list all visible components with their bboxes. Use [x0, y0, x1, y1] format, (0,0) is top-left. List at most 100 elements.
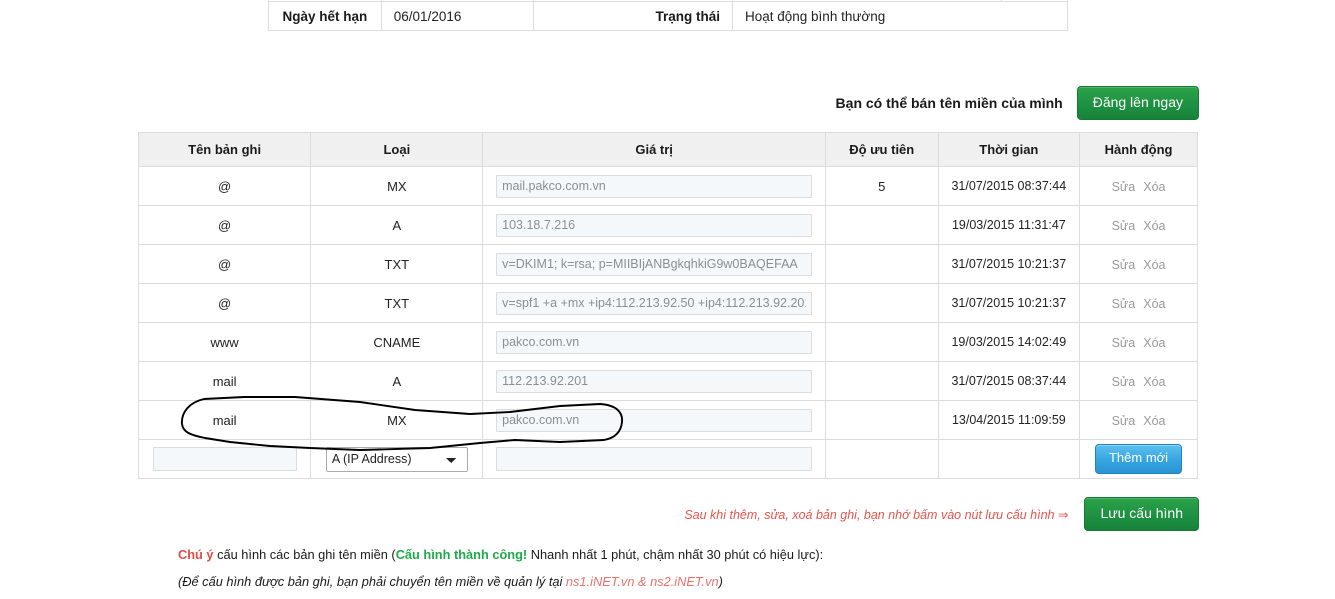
table-row-annotated: mail MX 13/04/2015 11:09:59 Sửa Xóa: [137, 400, 1198, 440]
new-record-name-input[interactable]: [152, 447, 297, 471]
cell-actions: Sửa Xóa: [1079, 322, 1198, 362]
cell-actions: Sửa Xóa: [1079, 361, 1198, 401]
header-time: Thời gian: [937, 132, 1081, 167]
cell-actions: Sửa Xóa: [1079, 283, 1198, 323]
cell-new-record-name: [137, 439, 312, 479]
delete-record-link[interactable]: Xóa: [1143, 375, 1165, 389]
cell-record-value: [482, 244, 826, 284]
dns-table-header-row: Tên bản ghi Loại Giá trị Độ ưu tiên Thời…: [137, 132, 1198, 167]
delete-record-link[interactable]: Xóa: [1143, 414, 1165, 428]
edit-record-link[interactable]: Sửa: [1112, 297, 1136, 311]
dns-records-section: Tên bản ghi Loại Giá trị Độ ưu tiên Thời…: [137, 132, 1198, 479]
edit-record-link[interactable]: Sửa: [1112, 258, 1136, 272]
header-actions: Hành động: [1079, 132, 1198, 167]
info-value-status: Hoạt động bình thường: [732, 1, 1068, 31]
edit-record-link[interactable]: Sửa: [1112, 414, 1136, 428]
cell-actions: Sửa Xóa: [1079, 400, 1198, 440]
record-value-input[interactable]: [496, 252, 813, 276]
edit-record-link[interactable]: Sửa: [1112, 180, 1136, 194]
cell-record-value: [482, 166, 826, 206]
record-value-input[interactable]: [496, 369, 813, 393]
table-row: @ TXT 31/07/2015 10:21:37 Sửa Xóa: [137, 283, 1198, 323]
cell-record-type: TXT: [310, 244, 484, 284]
dns-table-body: @ MX 5 31/07/2015 08:37:44 Sửa Xóa @ A: [137, 166, 1198, 479]
sell-domain-text: Bạn có thể bán tên miền của mình: [835, 95, 1063, 112]
delete-record-link[interactable]: Xóa: [1143, 297, 1165, 311]
delete-record-link[interactable]: Xóa: [1143, 258, 1165, 272]
cell-actions: Sửa Xóa: [1079, 166, 1198, 206]
cell-priority: 5: [824, 166, 939, 206]
note-line-1: Chú ý cấu hình các bản ghi tên miền (Cấu…: [178, 547, 1178, 562]
cell-record-value: [482, 400, 826, 440]
table-row: mail A 31/07/2015 08:37:44 Sửa Xóa: [137, 361, 1198, 401]
domain-info-table: Ngày đăng ký 06/01/2015 Máy chủ DNS tự d…: [268, 0, 1068, 31]
info-row: Ngày hết hạn 06/01/2016 Trạng thái Hoạt …: [268, 1, 1068, 31]
cell-record-name: @: [137, 205, 312, 245]
cell-priority: [824, 283, 939, 323]
cell-time: 31/07/2015 08:37:44: [937, 361, 1081, 401]
cell-actions: Sửa Xóa: [1079, 244, 1198, 284]
cell-record-type: TXT: [310, 283, 484, 323]
cell-new-record-action: Thêm mới: [1079, 439, 1198, 479]
note-attention-label: Chú ý: [178, 547, 214, 562]
note-line2-text-b: ): [718, 574, 723, 589]
cell-record-name: @: [137, 283, 312, 323]
info-label-status: Trạng thái: [532, 1, 734, 31]
note-line2-text-a: (Để cấu hình được bản ghi, bạn phải chuy…: [178, 574, 566, 589]
post-listing-button[interactable]: Đăng lên ngay: [1076, 86, 1199, 121]
cell-time: 19/03/2015 11:31:47: [937, 205, 1081, 245]
cell-new-record-priority: [824, 439, 939, 479]
add-record-button[interactable]: Thêm mới: [1094, 444, 1183, 474]
cell-record-type: A: [310, 361, 484, 401]
new-record-value-input[interactable]: [496, 447, 813, 471]
footer-notes: Chú ý cấu hình các bản ghi tên miền (Cấu…: [178, 547, 1178, 589]
edit-record-link[interactable]: Sửa: [1112, 219, 1136, 233]
cell-record-value: [482, 283, 826, 323]
cell-priority: [824, 244, 939, 284]
cell-priority: [824, 205, 939, 245]
delete-record-link[interactable]: Xóa: [1143, 219, 1165, 233]
cell-record-value: [482, 205, 826, 245]
cell-record-name: mail: [137, 400, 312, 440]
edit-record-link[interactable]: Sửa: [1112, 375, 1136, 389]
cell-time: 31/07/2015 10:21:37: [937, 283, 1081, 323]
cell-record-type: MX: [310, 400, 484, 440]
record-value-input[interactable]: [496, 408, 813, 432]
cell-time: 13/04/2015 11:09:59: [937, 400, 1081, 440]
table-row: @ TXT 31/07/2015 10:21:37 Sửa Xóa: [137, 244, 1198, 284]
edit-record-link[interactable]: Sửa: [1112, 336, 1136, 350]
note-success-label: Cấu hình thành công!: [395, 547, 528, 562]
nameserver-link[interactable]: ns1.iNET.vn & ns2.iNET.vn: [566, 574, 719, 589]
info-label-expiry-date: Ngày hết hạn: [268, 1, 382, 31]
cell-new-record-type: A (IP Address) CNAME MX TXT NS SRV AAAA: [310, 439, 484, 479]
cell-priority: [824, 400, 939, 440]
info-value-expiry-date: 06/01/2016: [380, 1, 534, 31]
delete-record-link[interactable]: Xóa: [1143, 180, 1165, 194]
page-root: Ngày đăng ký 06/01/2015 Máy chủ DNS tự d…: [0, 0, 1335, 599]
header-record-name: Tên bản ghi: [137, 132, 312, 167]
table-row: www CNAME 19/03/2015 14:02:49 Sửa Xóa: [137, 322, 1198, 362]
record-value-input[interactable]: [496, 291, 813, 315]
dns-records-table: Tên bản ghi Loại Giá trị Độ ưu tiên Thời…: [137, 132, 1198, 479]
new-record-type-select[interactable]: A (IP Address) CNAME MX TXT NS SRV AAAA: [325, 446, 468, 472]
cell-priority: [824, 361, 939, 401]
cell-record-type: A: [310, 205, 484, 245]
table-row: @ MX 5 31/07/2015 08:37:44 Sửa Xóa: [137, 166, 1198, 206]
record-value-input[interactable]: [496, 330, 813, 354]
save-config-button[interactable]: Lưu cấu hình: [1084, 497, 1199, 532]
note-line-2: (Để cấu hình được bản ghi, bạn phải chuy…: [178, 574, 1178, 589]
cell-record-name: mail: [137, 361, 312, 401]
header-record-type: Loại: [310, 132, 484, 167]
record-value-input[interactable]: [496, 213, 813, 237]
cell-record-type: MX: [310, 166, 484, 206]
delete-record-link[interactable]: Xóa: [1143, 336, 1165, 350]
cell-record-type: CNAME: [310, 322, 484, 362]
cell-actions: Sửa Xóa: [1079, 205, 1198, 245]
cell-new-record-value: [482, 439, 826, 479]
cell-record-name: www: [137, 322, 312, 362]
save-config-row: Sau khi thêm, sửa, xoá bản ghi, bạn nhớ …: [0, 497, 1199, 532]
cell-new-record-time: [937, 439, 1081, 479]
cell-record-name: @: [137, 166, 312, 206]
cell-record-value: [482, 361, 826, 401]
record-value-input[interactable]: [496, 174, 813, 198]
